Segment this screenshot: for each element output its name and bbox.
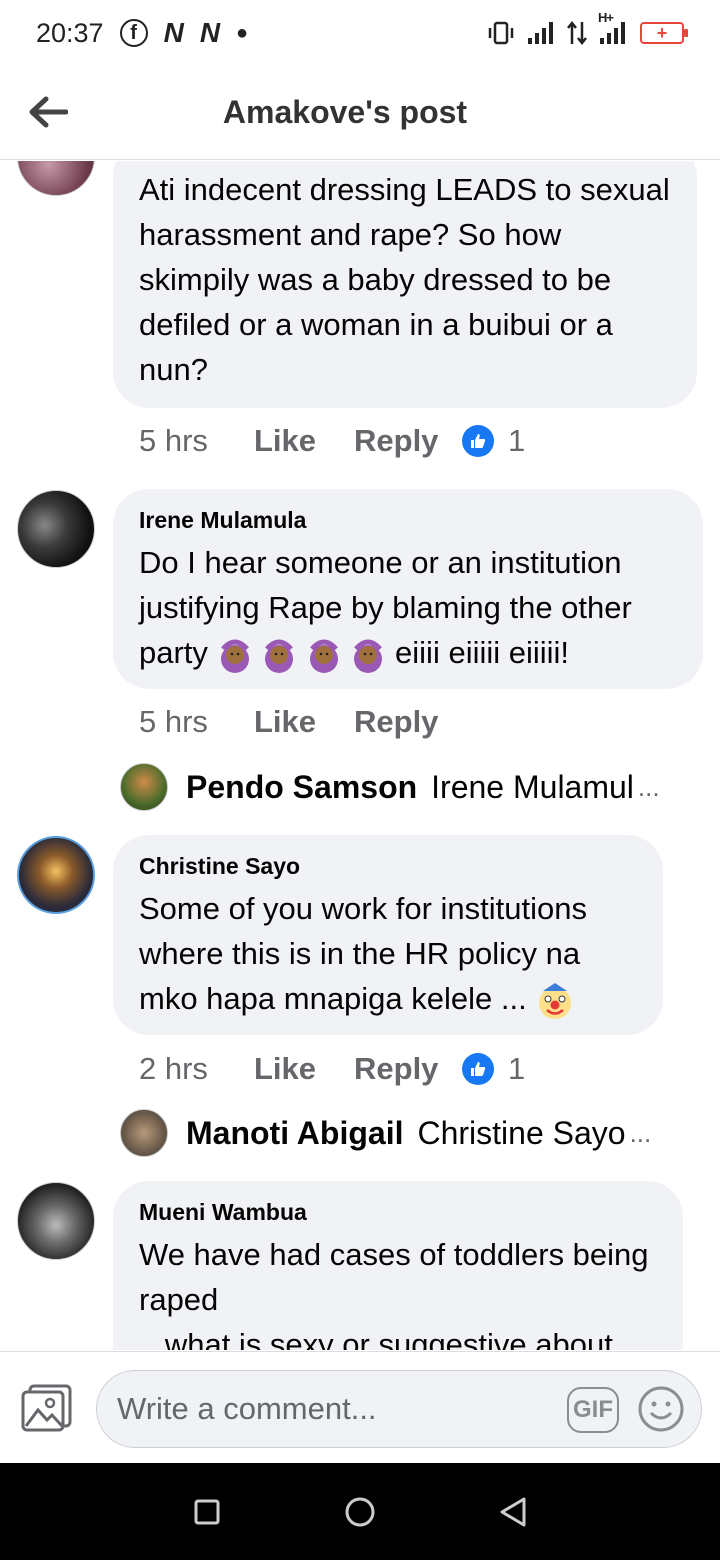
avatar[interactable] [17,1182,95,1260]
comment-time: 5 hrs [139,423,208,458]
reply-button[interactable]: Reply [354,423,462,459]
smiley-icon [638,1386,684,1432]
comment-text-partial: ...what is sexy or suggestive about [139,1327,613,1350]
back-button[interactable] [26,90,70,134]
comment-time: 2 hrs [139,1051,208,1086]
avatar[interactable] [17,161,95,196]
battery-icon: + [640,22,688,44]
reply-button[interactable]: Reply [354,1051,462,1087]
comment-text: Do I hear someone or an institution just… [139,540,677,675]
more-notifications-dot-icon: ● [236,21,249,44]
avatar [120,1109,168,1157]
like-button[interactable]: Like [254,1051,354,1087]
comment-text: We have had cases of toddlers being rape… [139,1237,649,1317]
reply-author: Manoti Abigail [186,1114,404,1151]
avatar [120,763,168,811]
comment-bubble[interactable]: Christine Sayo Some of you work for inst… [113,835,663,1035]
android-nav-bar [0,1463,720,1560]
comment-input[interactable]: Write a comment... GIF [96,1370,702,1448]
comment-actions: 5 hrs Like Reply 1 [139,423,525,459]
comment-composer: Write a comment... GIF [0,1351,720,1463]
reply-button[interactable]: Reply [354,704,462,740]
reaction-count: 1 [508,423,526,458]
like-button[interactable]: Like [254,704,354,740]
comment-text: Ati indecent dressing LEADS to sexual ha… [139,172,670,387]
comment-time: 5 hrs [139,704,208,739]
status-time: 20:37 [36,17,104,48]
photo-button[interactable] [20,1382,74,1434]
photo-icon [21,1384,72,1432]
reply-snippet: Irene Mulamul [431,768,634,805]
comment-author[interactable]: Christine Sayo [139,853,637,880]
avatar[interactable] [17,836,95,914]
comment-bubble[interactable]: Ati indecent dressing LEADS to sexual ha… [113,161,697,408]
woman-gesturing-ok-emoji [217,635,396,673]
circle-icon [345,1497,375,1526]
back-arrow-icon [29,96,68,128]
reply-more: ... [637,771,660,802]
back-nav-button[interactable] [493,1492,533,1532]
reply-preview[interactable]: Manoti Abigail Christine Sayo ... [120,1109,651,1157]
reaction-count: 1 [508,1051,526,1086]
reply-snippet: Christine Sayo [417,1114,626,1151]
comment-bubble[interactable]: Irene Mulamula Do I hear someone or an i… [113,489,703,689]
square-icon [194,1499,220,1524]
facebook-notification-icon: f [119,19,148,47]
comment-text-tail: eiiii eiiiii eiiiii! [395,635,570,670]
emoji-button[interactable] [637,1385,685,1433]
comment-actions: 5 hrs Like Reply [139,704,462,740]
notification-n-icon: N [163,17,184,48]
comment-text-main: Some of you work for institutions where … [139,891,587,1016]
avatar[interactable] [17,490,95,568]
home-button[interactable] [340,1492,380,1532]
comment-author[interactable]: Irene Mulamula [139,507,677,534]
reply-more: ... [629,1117,652,1148]
page-title: Amakove's post [222,94,468,130]
comments-feed[interactable]: Ati indecent dressing LEADS to sexual ha… [0,161,720,1350]
notification-n-icon-2: N [199,17,221,48]
reply-author: Pendo Samson [186,768,418,805]
signal-icon [528,22,553,44]
data-transfer-icon [567,20,587,46]
triangle-back-icon [500,1497,526,1526]
like-reaction-icon [462,425,494,457]
comment-author[interactable]: Mueni Wambua [139,1199,657,1226]
comment-placeholder: Write a comment... [117,1391,377,1426]
status-bar: 20:37 f N N ● H+ + [0,0,720,66]
network-type-label: H+ [598,10,614,25]
like-reaction-icon [462,1053,494,1085]
comment-actions: 2 hrs Like Reply 1 [139,1051,525,1087]
like-button[interactable]: Like [254,423,354,459]
vibrate-icon [488,21,514,45]
comment-text: Some of you work for institutions where … [139,886,637,1021]
reply-preview[interactable]: Pendo Samson Irene Mulamul ... [120,763,660,811]
gif-button[interactable]: GIF [567,1387,619,1433]
clown-face-emoji [539,982,572,1019]
comment-bubble[interactable]: Mueni Wambua We have had cases of toddle… [113,1181,683,1350]
recent-apps-button[interactable] [187,1492,227,1532]
post-header: Amakove's post [0,66,720,160]
